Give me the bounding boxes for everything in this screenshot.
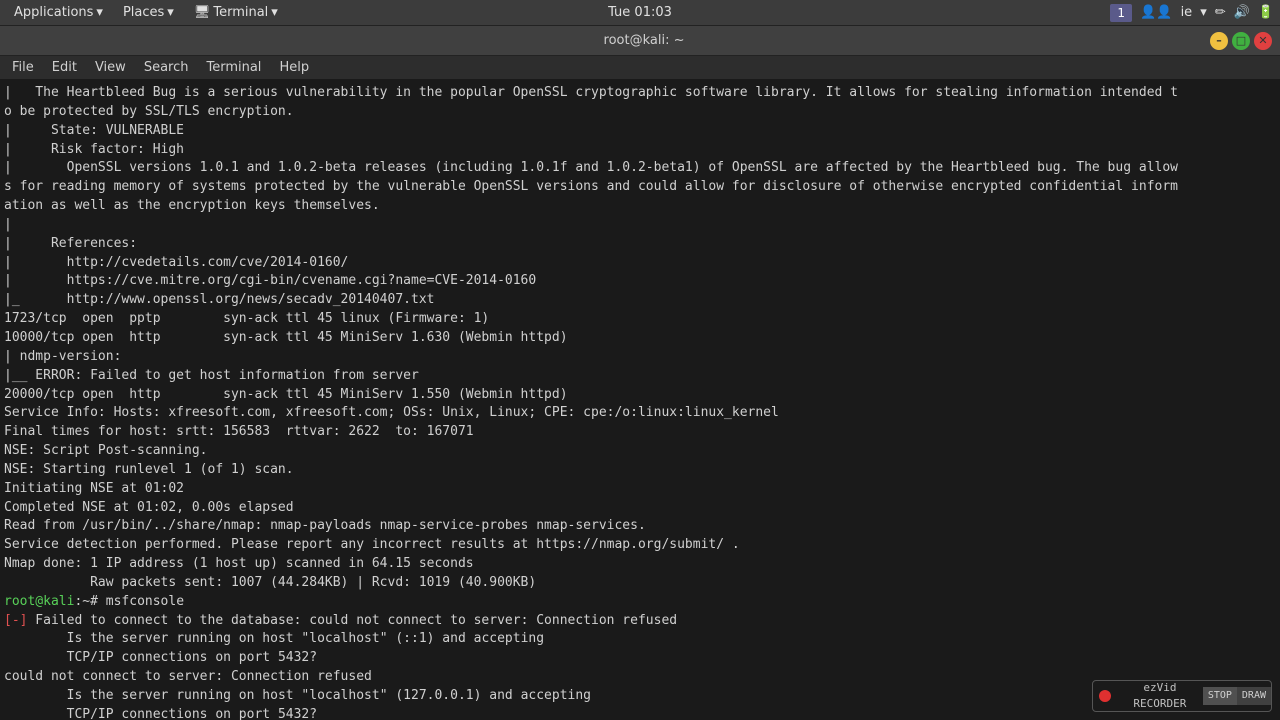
terminal-line: |_ http://www.openssl.org/news/secadv_20…	[4, 291, 1276, 310]
terminal-output: | The Heartbleed Bug is a serious vulner…	[4, 84, 1276, 720]
system-bar: Applications ▾ Places ▾ 🖥 Terminal ▾ Tue…	[0, 0, 1280, 26]
terminal-line: | OpenSSL versions 1.0.1 and 1.0.2-beta …	[4, 159, 1276, 178]
msf-line: TCP/IP connections on port 5432?	[4, 649, 1276, 668]
menu-terminal[interactable]: Terminal	[198, 58, 269, 77]
menu-file[interactable]: File	[4, 58, 42, 77]
menu-bar: File Edit View Search Terminal Help	[0, 56, 1280, 80]
terminal-line: 20000/tcp open http syn-ack ttl 45 MiniS…	[4, 386, 1276, 405]
recorder-brand: ezVidRECORDER	[1117, 680, 1203, 712]
prompt-path: :~#	[74, 594, 97, 609]
user-arrow: ▾	[1200, 5, 1207, 20]
applications-menu[interactable]: Applications ▾	[6, 3, 111, 22]
terminal-line: 1723/tcp open pptp syn-ack ttl 45 linux …	[4, 310, 1276, 329]
sys-bar-left: Applications ▾ Places ▾ 🖥 Terminal ▾	[6, 3, 286, 22]
terminal-label: Terminal	[213, 5, 268, 20]
terminal-line: | The Heartbleed Bug is a serious vulner…	[4, 84, 1276, 103]
prompt-user: root@kali	[4, 594, 74, 609]
sys-bar-right: 1 👤👤 ie ▾ ✏ 🔊 🔋	[1110, 4, 1274, 22]
terminal-line: | http://cvedetails.com/cve/2014-0160/	[4, 254, 1276, 273]
terminal-line: Final times for host: srtt: 156583 rttva…	[4, 423, 1276, 442]
applications-arrow: ▾	[96, 5, 103, 20]
volume-icon: 🔊	[1234, 5, 1250, 20]
stop-button[interactable]: STOP	[1203, 687, 1237, 706]
terminal-line: |	[4, 216, 1276, 235]
terminal-icon: 🖥	[194, 5, 211, 20]
menu-view[interactable]: View	[87, 58, 134, 77]
prompt-command: msfconsole	[98, 594, 184, 609]
recorder-overlay: ezVidRECORDER STOP DRAW	[1092, 680, 1272, 712]
workspace-badge[interactable]: 1	[1110, 4, 1132, 22]
terminal-arrow: ▾	[271, 5, 278, 20]
terminal-line: Nmap done: 1 IP address (1 host up) scan…	[4, 555, 1276, 574]
terminal-line: ation as well as the encryption keys the…	[4, 197, 1276, 216]
menu-search[interactable]: Search	[136, 58, 197, 77]
menu-edit[interactable]: Edit	[44, 58, 85, 77]
places-menu[interactable]: Places ▾	[115, 3, 182, 22]
terminal-line: Service Info: Hosts: xfreesoft.com, xfre…	[4, 404, 1276, 423]
msf-line: Is the server running on host "localhost…	[4, 687, 1276, 706]
terminal-line: NSE: Script Post-scanning.	[4, 442, 1276, 461]
user-icon: 👤👤	[1140, 5, 1172, 20]
battery-icon: 🔋	[1258, 5, 1274, 20]
places-label: Places	[123, 5, 164, 20]
maximize-button[interactable]: □	[1232, 32, 1250, 50]
network-icon: ✏	[1215, 5, 1226, 20]
terminal-line: 10000/tcp open http syn-ack ttl 45 MiniS…	[4, 329, 1276, 348]
minimize-button[interactable]: –	[1210, 32, 1228, 50]
terminal-line: Service detection performed. Please repo…	[4, 536, 1276, 555]
msf-line: TCP/IP connections on port 5432?	[4, 706, 1276, 720]
terminal-line: | State: VULNERABLE	[4, 122, 1276, 141]
terminal-line: | ndmp-version:	[4, 348, 1276, 367]
terminal-line: Read from /usr/bin/../share/nmap: nmap-p…	[4, 517, 1276, 536]
terminal-line: | Risk factor: High	[4, 141, 1276, 160]
terminal-line: |__ ERROR: Failed to get host informatio…	[4, 367, 1276, 386]
menu-help[interactable]: Help	[271, 58, 317, 77]
terminal-line: | https://cve.mitre.org/cgi-bin/cvename.…	[4, 272, 1276, 291]
terminal-menu[interactable]: 🖥 Terminal ▾	[186, 3, 286, 22]
terminal-content[interactable]: | The Heartbleed Bug is a serious vulner…	[0, 80, 1280, 720]
terminal-window: root@kali: ~ – □ ✕ File Edit View Search…	[0, 26, 1280, 720]
window-controls: – □ ✕	[1210, 32, 1272, 50]
places-arrow: ▾	[167, 5, 174, 20]
msf-line: [-] Failed to connect to the database: c…	[4, 612, 1276, 631]
msf-line: Is the server running on host "localhost…	[4, 630, 1276, 649]
close-button[interactable]: ✕	[1254, 32, 1272, 50]
terminal-line: s for reading memory of systems protecte…	[4, 178, 1276, 197]
terminal-line: Initiating NSE at 01:02	[4, 480, 1276, 499]
terminal-line: Completed NSE at 01:02, 0.00s elapsed	[4, 499, 1276, 518]
terminal-titlebar: root@kali: ~ – □ ✕	[0, 26, 1280, 56]
clock: Tue 01:03	[608, 5, 672, 20]
user-label: ie	[1181, 5, 1193, 20]
draw-button[interactable]: DRAW	[1237, 687, 1271, 706]
terminal-prompt: root@kali:~# msfconsole	[4, 593, 1276, 612]
terminal-line: o be protected by SSL/TLS encryption.	[4, 103, 1276, 122]
applications-label: Applications	[14, 5, 93, 20]
msf-line: could not connect to server: Connection …	[4, 668, 1276, 687]
terminal-line: Raw packets sent: 1007 (44.284KB) | Rcvd…	[4, 574, 1276, 593]
terminal-line: | References:	[4, 235, 1276, 254]
recording-indicator	[1099, 690, 1111, 702]
terminal-line: NSE: Starting runlevel 1 (of 1) scan.	[4, 461, 1276, 480]
terminal-title: root@kali: ~	[78, 33, 1210, 48]
